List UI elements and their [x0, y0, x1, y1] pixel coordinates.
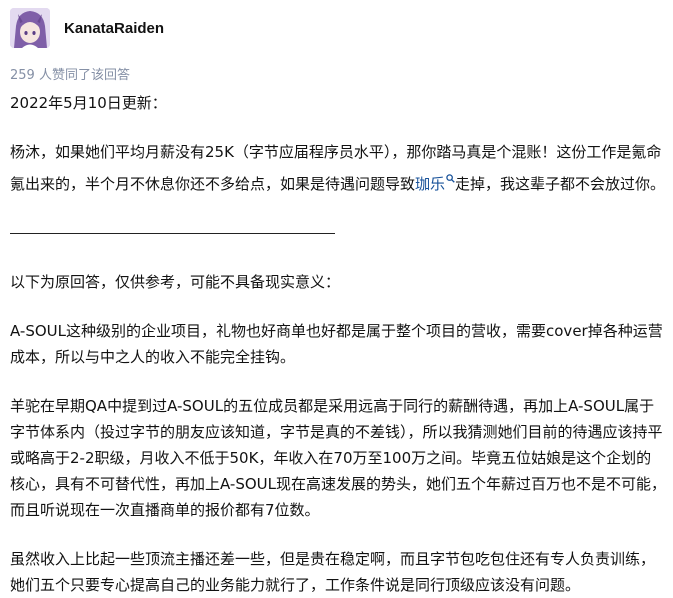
update-line: 2022年5月10日更新：: [10, 94, 167, 112]
answer-content: 2022年5月10日更新： 杨沐，如果她们平均月薪没有25K（字节应届程序员水平…: [10, 90, 666, 598]
avatar[interactable]: [10, 8, 50, 48]
keyword-link[interactable]: 珈乐: [415, 174, 455, 193]
author-name[interactable]: KanataRaiden: [64, 20, 164, 37]
paragraph-4: 虽然收入上比起一些顶流主播还差一些，但是贵在稳定啊，而且字节包吃包住还有专人负责…: [10, 550, 656, 594]
paragraph-1-tail: 走掉，我这辈子都不会放过你。: [455, 175, 666, 193]
keyword-text: 珈乐: [415, 175, 446, 193]
search-icon: [446, 165, 455, 191]
intro-line: 以下为原回答，仅供参考，可能不具备现实意义：: [10, 273, 341, 291]
answer-card: KanataRaiden 259 人赞同了该回答 2022年5月10日更新： 杨…: [0, 0, 673, 594]
vote-count: 259 人赞同了该回答: [10, 68, 130, 83]
author-info: KanataRaiden: [10, 8, 164, 48]
divider: [10, 220, 666, 246]
paragraph-1: 杨沐，如果她们平均月薪没有25K（字节应届程序员水平），那你踏马真是个混账！这份…: [10, 139, 666, 197]
paragraph-3: 羊驼在早期QA中提到过A-SOUL的五位成员都是采用远高于同行的薪酬待遇，再加上…: [10, 397, 667, 519]
paragraph-2: A-SOUL这种级别的企业项目，礼物也好商单也好都是属于整个项目的营收，需要co…: [10, 322, 663, 366]
